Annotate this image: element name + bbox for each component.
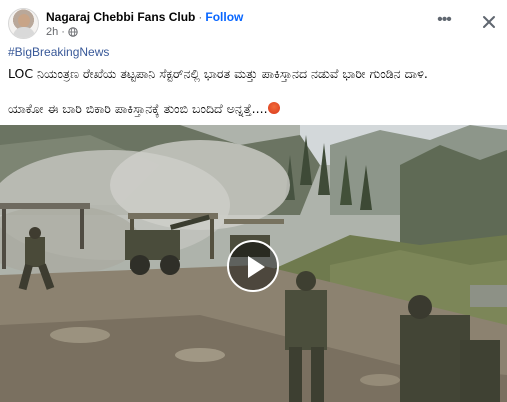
page-name-line: Nagaraj Chebbi Fans Club · Follow: [46, 10, 243, 24]
time-separator: ·: [61, 26, 65, 38]
name-separator: ·: [198, 10, 203, 24]
post-text-line-2-content: ಯಾಕೋ ಈ ಬಾರಿ ಬಿಕಾರಿ ಪಾಕಿಸ್ತಾನಕ್ಕೆ ತುಂಬಿ ಬ…: [8, 101, 268, 116]
hashtag-link[interactable]: #BigBreakingNews: [8, 45, 109, 59]
post-text-line-1: LOC ನಿಯಂತ್ರಣ ರೇಖೆಯ ತಟ್ಟಪಾನಿ ಸೆಕ್ಟರ್‌ನಲ್ಲ…: [8, 66, 428, 81]
page-avatar[interactable]: [8, 8, 39, 39]
follow-button[interactable]: Follow: [205, 10, 243, 24]
play-icon: [248, 256, 265, 278]
more-horizontal-icon[interactable]: •••: [432, 10, 456, 34]
close-icon[interactable]: [477, 10, 501, 34]
post-header: Nagaraj Chebbi Fans Club · Follow 2h · •••: [8, 8, 499, 40]
angry-face-emoji: [267, 102, 280, 114]
post-time[interactable]: 2h: [46, 26, 58, 38]
avatar-shirt: [13, 27, 35, 38]
play-button[interactable]: [227, 240, 279, 292]
post-meta: 2h ·: [46, 26, 78, 38]
video-player[interactable]: [0, 125, 507, 402]
avatar-face: [18, 14, 30, 27]
page-name[interactable]: Nagaraj Chebbi Fans Club: [46, 10, 195, 24]
globe-icon: [68, 27, 78, 37]
facebook-post: Nagaraj Chebbi Fans Club · Follow 2h · •••…: [0, 0, 507, 402]
post-text-line-2: ಯಾಕೋ ಈ ಬಾರಿ ಬಿಕಾರಿ ಪಾಕಿಸ್ತಾನಕ್ಕೆ ತುಂಬಿ ಬ…: [8, 101, 498, 117]
